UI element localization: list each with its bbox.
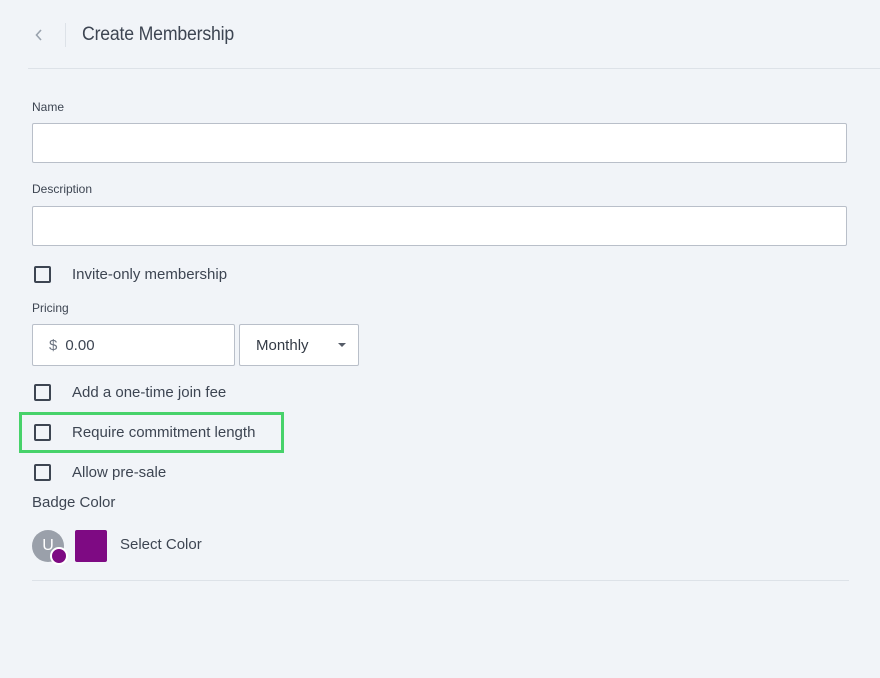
page-title: Create Membership (82, 24, 235, 45)
price-value: 0.00 (65, 336, 95, 354)
invite-only-checkbox[interactable] (34, 265, 51, 283)
billing-period-value: Monthly (256, 336, 309, 354)
name-label: Name (32, 100, 65, 114)
billing-period-select[interactable]: Monthly (239, 324, 359, 366)
invite-only-row: Invite-only membership (34, 263, 227, 285)
chevron-left-icon (35, 29, 42, 41)
commitment-checkbox[interactable] (34, 423, 51, 441)
name-field[interactable] (32, 123, 847, 163)
join-fee-row: Add a one-time join fee (34, 381, 226, 403)
price-input[interactable]: $ 0.00 (32, 324, 235, 366)
select-color-button[interactable]: Select Color (120, 536, 202, 553)
commitment-label: Require commitment length (72, 423, 256, 441)
description-field[interactable] (32, 206, 847, 246)
avatar-badge-dot (50, 547, 68, 565)
header-divider (65, 23, 66, 47)
pricing-label: Pricing (32, 301, 69, 315)
presale-label: Allow pre-sale (72, 463, 167, 481)
presale-row: Allow pre-sale (34, 461, 166, 483)
description-label: Description (32, 182, 93, 196)
join-fee-label: Add a one-time join fee (72, 383, 227, 401)
presale-checkbox[interactable] (34, 463, 51, 481)
currency-symbol: $ (49, 336, 58, 354)
invite-only-label: Invite-only membership (72, 265, 228, 283)
back-button[interactable] (28, 22, 50, 48)
page-header: Create Membership (28, 0, 880, 69)
color-swatch[interactable] (75, 530, 107, 562)
caret-down-icon (338, 343, 346, 347)
form-divider (32, 580, 849, 581)
badge-color-heading: Badge Color (32, 494, 116, 511)
commitment-row: Require commitment length (34, 421, 255, 443)
join-fee-checkbox[interactable] (34, 383, 51, 401)
